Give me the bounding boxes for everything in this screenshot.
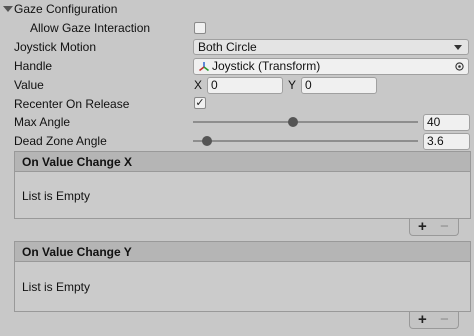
value-x-label[interactable]: X [194,76,202,94]
handle-object-field[interactable]: Joystick (Transform) [193,58,469,75]
event-y-body: List is Empty [14,261,471,312]
recenter-checkbox[interactable]: ✓ [194,97,206,109]
event-y-add-button[interactable]: + [418,312,427,327]
chevron-down-icon [454,45,462,50]
allow-gaze-label: Allow Gaze Interaction [30,21,151,35]
joystick-motion-label: Joystick Motion [14,40,97,54]
value-label: Value [14,78,44,92]
event-x-empty-text: List is Empty [22,189,91,203]
event-x-footer: + − [409,219,459,236]
value-y-label[interactable]: Y [288,76,296,94]
handle-label: Handle [14,59,53,73]
max-angle-thumb[interactable] [288,117,298,127]
value-x-field[interactable]: 0 [207,77,283,94]
section-title[interactable]: Gaze Configuration [14,0,117,18]
dead-zone-slider[interactable] [193,135,418,147]
dead-zone-field[interactable]: 3.6 [423,133,470,150]
event-y-empty-text: List is Empty [22,280,91,294]
max-angle-slider[interactable] [193,116,418,128]
joystick-motion-value: Both Circle [198,40,257,54]
object-picker-icon[interactable] [455,62,464,71]
dead-zone-track[interactable] [193,140,418,142]
max-angle-field[interactable]: 40 [423,114,470,131]
allow-gaze-checkbox[interactable] [194,22,206,34]
handle-value: Joystick (Transform) [212,59,321,73]
dead-zone-thumb[interactable] [202,136,212,146]
max-angle-label: Max Angle [14,115,71,129]
recenter-label: Recenter On Release [14,97,130,111]
event-y-header: On Value Change Y [14,241,471,261]
dead-zone-label: Dead Zone Angle [14,134,107,148]
event-x-header: On Value Change X [14,151,471,171]
joystick-motion-dropdown[interactable]: Both Circle [193,39,469,55]
event-x-remove-button[interactable]: − [440,219,449,234]
check-icon: ✓ [195,97,205,109]
transform-icon [199,62,209,72]
event-x-body: List is Empty [14,171,471,219]
max-angle-track[interactable] [193,121,418,123]
event-x-add-button[interactable]: + [418,219,427,234]
event-y-remove-button[interactable]: − [440,312,449,327]
event-y-footer: + − [409,312,459,329]
foldout-arrow-icon[interactable] [3,6,13,12]
value-y-field[interactable]: 0 [301,77,377,94]
